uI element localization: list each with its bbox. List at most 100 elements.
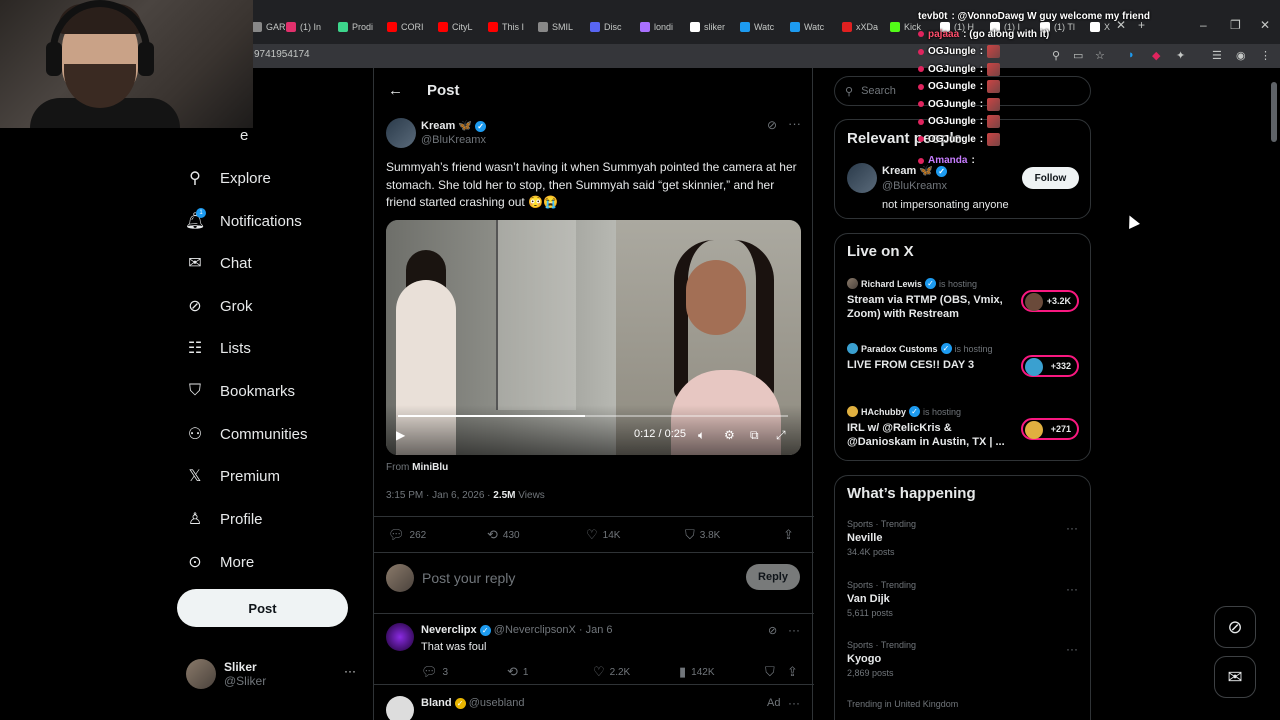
reply-action[interactable]: 💬︎ 262 bbox=[388, 527, 426, 543]
like-action[interactable]: ♡ 2.2K bbox=[593, 664, 630, 680]
settings-gear-icon[interactable]: ⚙ bbox=[724, 428, 735, 442]
reply-button[interactable]: Reply bbox=[746, 564, 800, 590]
trend-more-icon[interactable]: ··· bbox=[1066, 521, 1078, 535]
ad-label: Ad bbox=[767, 697, 781, 709]
nav-chat[interactable]: ✉ Chat bbox=[186, 254, 251, 273]
emote-icon bbox=[987, 97, 1001, 111]
messages-floating-icon[interactable]: ✉ bbox=[1214, 656, 1256, 698]
browser-tab[interactable]: (1) In bbox=[286, 18, 321, 36]
volume-icon[interactable]: 🔈︎ bbox=[698, 428, 705, 443]
nav-more[interactable]: ⊙ More bbox=[186, 553, 254, 572]
video-player[interactable]: ▶ 0:12 / 0:25 🔈︎ ⚙ ⧉ ⤢ bbox=[386, 220, 801, 455]
reply-author[interactable]: Neverclipx ✓ @NeverclipsonX · Jan 6 bbox=[421, 624, 613, 636]
trend-item[interactable]: Sports · Trending Neville 34.4K posts ··… bbox=[847, 519, 1082, 557]
avatar bbox=[1025, 293, 1043, 311]
reply-avatar[interactable] bbox=[386, 623, 414, 651]
live-item[interactable]: HAchubby ✓ is hosting IRL w/ @RelicKris & … bbox=[847, 406, 1082, 449]
browser-tab[interactable]: Kick bbox=[890, 18, 921, 36]
nav-explore[interactable]: ⚲ Explore bbox=[186, 169, 271, 188]
share-icon: ⇪ bbox=[787, 664, 798, 679]
nav-grok[interactable]: ⊘ Grok bbox=[186, 297, 252, 316]
live-listeners-pill[interactable]: +332 bbox=[1021, 355, 1079, 377]
trend-item[interactable]: Sports · Trending Kyogo 2,869 posts ··· bbox=[847, 640, 1082, 678]
browser-tab[interactable]: SMIL bbox=[538, 18, 573, 36]
reply-icon: 💬︎ bbox=[421, 664, 438, 679]
account-more-icon[interactable]: ··· bbox=[344, 664, 356, 678]
maximize-icon[interactable]: ❐ bbox=[1230, 18, 1241, 32]
puzzle-extensions-icon[interactable]: ✦ bbox=[1176, 49, 1185, 62]
video-time: 0:12 / 0:25 bbox=[634, 428, 686, 440]
page-scrollbar[interactable] bbox=[1271, 82, 1277, 142]
whats-happening-card: What’s happening Sports · Trending Nevil… bbox=[834, 475, 1091, 720]
browser-tab[interactable]: Prodi bbox=[338, 18, 373, 36]
grok-icon[interactable]: ⊘ bbox=[767, 118, 777, 132]
browser-tab[interactable]: xXDa bbox=[842, 18, 878, 36]
live-item[interactable]: Paradox Customs ✓ is hosting LIVE FROM CES… bbox=[847, 343, 1082, 377]
url-text[interactable]: 97419541​74 bbox=[254, 49, 310, 60]
author-avatar[interactable] bbox=[386, 118, 416, 148]
sidebar-icon[interactable]: ☰ bbox=[1212, 49, 1222, 62]
profile-icon[interactable]: ◉ bbox=[1236, 49, 1246, 62]
nav-communities[interactable]: ⚇ Communities bbox=[186, 425, 308, 444]
bookmark-action[interactable]: ⛉ 3.8K bbox=[685, 527, 720, 543]
nav-notifications[interactable]: 🔔︎ 1 Notifications bbox=[184, 208, 302, 230]
browser-menu-icon[interactable]: ⋮ bbox=[1260, 49, 1271, 62]
avatar[interactable] bbox=[847, 163, 877, 193]
browser-tab[interactable]: Disc bbox=[590, 18, 622, 36]
author-handle[interactable]: @BluKreamx bbox=[421, 134, 486, 146]
nav-bookmarks[interactable]: ⛉ Bookmarks bbox=[186, 382, 295, 400]
like-action[interactable]: ♡ 14K bbox=[586, 527, 620, 543]
follow-button[interactable]: Follow bbox=[1022, 167, 1079, 189]
reply-input[interactable]: Post your reply bbox=[422, 570, 515, 586]
close-window-icon[interactable]: ✕ bbox=[1260, 18, 1270, 32]
share-action[interactable]: ⇪ bbox=[787, 664, 798, 680]
repost-action[interactable]: ⟲ 430 bbox=[487, 527, 520, 543]
reply-action[interactable]: 💬︎ 3 bbox=[421, 664, 448, 680]
share-action[interactable]: ⇪ bbox=[783, 527, 794, 543]
share-icon: ⇪ bbox=[783, 527, 794, 542]
live-listeners-pill[interactable]: +271 bbox=[1021, 418, 1079, 440]
trend-more-icon[interactable]: ··· bbox=[1066, 582, 1078, 596]
trend-more-icon[interactable]: ··· bbox=[1066, 642, 1078, 656]
grok-floating-icon[interactable]: ⊘ bbox=[1214, 606, 1256, 648]
reply-more-icon[interactable]: ··· bbox=[788, 623, 800, 637]
browser-tab[interactable]: This I bbox=[488, 18, 524, 36]
pip-icon[interactable]: ⧉ bbox=[750, 428, 759, 443]
ad-avatar[interactable] bbox=[386, 696, 414, 720]
fullscreen-icon[interactable]: ⤢ bbox=[776, 428, 786, 443]
browser-tab[interactable]: CORI bbox=[387, 18, 424, 36]
tab-favicon-icon bbox=[740, 22, 750, 32]
browser-tab[interactable]: sliker bbox=[690, 18, 725, 36]
views-action[interactable]: ▮ 142K bbox=[679, 664, 715, 680]
browser-tab[interactable]: Watc bbox=[740, 18, 774, 36]
divider bbox=[374, 516, 814, 517]
grok-icon[interactable]: ⊘ bbox=[768, 624, 777, 637]
avatar bbox=[186, 659, 216, 689]
live-item[interactable]: Richard Lewis ✓ is hosting Stream via RTMP… bbox=[847, 278, 1082, 321]
video-progress-bar[interactable] bbox=[398, 415, 788, 417]
back-arrow-icon[interactable]: ← bbox=[388, 82, 403, 99]
minimize-icon[interactable]: – bbox=[1200, 18, 1207, 32]
nav-profile[interactable]: ♙ Profile bbox=[186, 510, 263, 529]
browser-tab[interactable]: GAR bbox=[252, 18, 286, 36]
author-name[interactable]: Kream 🦋 ✓ bbox=[421, 119, 487, 132]
trend-item[interactable]: Trending in United Kingdom bbox=[847, 699, 1082, 709]
bell-icon: 🔔︎ 1 bbox=[184, 208, 206, 230]
browser-tab[interactable]: CityL bbox=[438, 18, 473, 36]
nav-premium[interactable]: 𝕏 Premium bbox=[186, 467, 280, 486]
post-button[interactable]: Post bbox=[177, 589, 348, 627]
browser-tab[interactable]: Watc bbox=[790, 18, 824, 36]
ad-author[interactable]: Bland ✓ @usebland bbox=[421, 697, 525, 709]
ad-more-icon[interactable]: ··· bbox=[788, 696, 800, 710]
post-more-icon[interactable]: ··· bbox=[788, 116, 801, 131]
live-listeners-pill[interactable]: +3.2K bbox=[1021, 290, 1079, 312]
person-handle[interactable]: @BluKreamx bbox=[882, 180, 947, 192]
nav-home[interactable]: e bbox=[186, 126, 248, 144]
nav-lists[interactable]: ☷ Lists bbox=[186, 339, 251, 358]
trend-item[interactable]: Sports · Trending Van Dijk 5,611 posts ·… bbox=[847, 580, 1082, 618]
browser-tab[interactable]: londi bbox=[640, 18, 673, 36]
bookmark-action[interactable]: ⛉ bbox=[765, 664, 775, 680]
account-switcher[interactable]: Sliker @Sliker bbox=[186, 659, 266, 689]
repost-action[interactable]: ⟲ 1 bbox=[507, 664, 528, 680]
play-icon[interactable]: ▶ bbox=[396, 428, 405, 442]
